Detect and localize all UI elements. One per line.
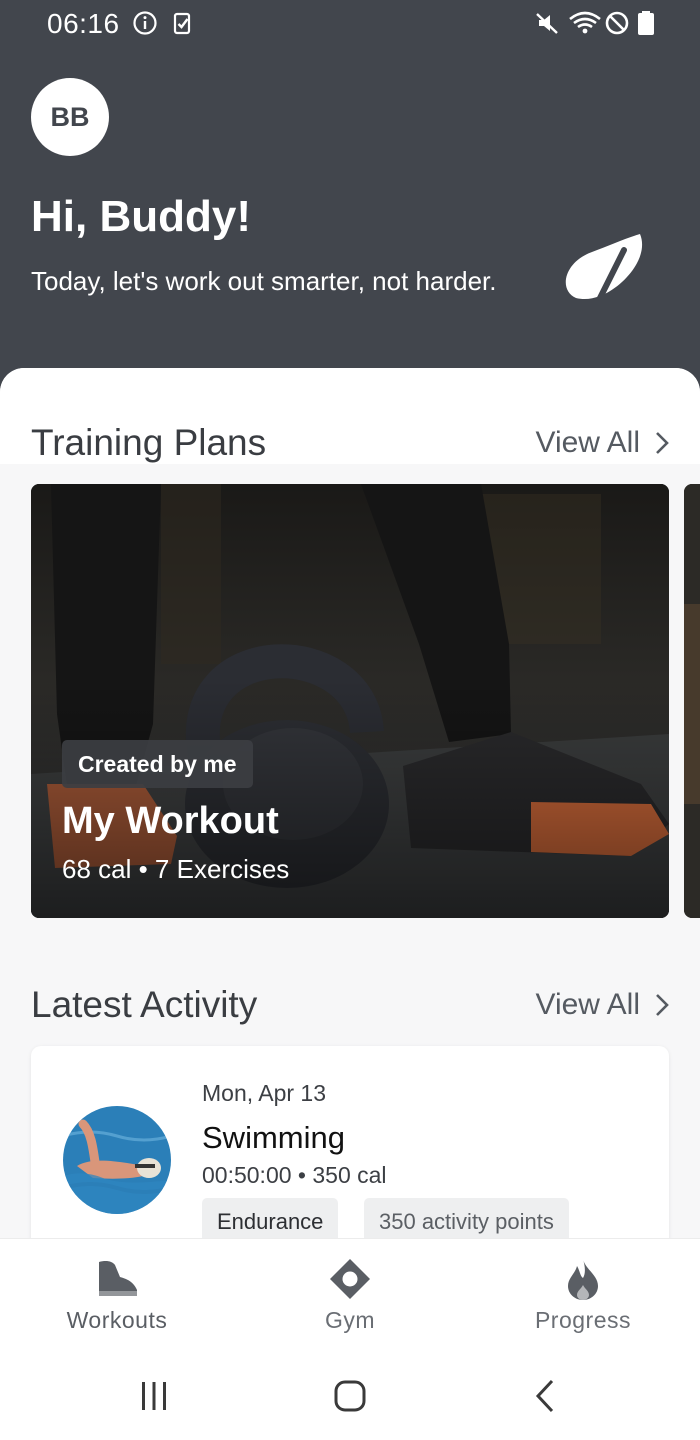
main-content: Training Plans View All Created by me My… — [0, 368, 700, 1238]
training-plan-card-next[interactable] — [684, 484, 700, 918]
plan-badge: Created by me — [62, 740, 253, 788]
activity-meta: 00:50:00 • 350 cal — [202, 1162, 387, 1188]
plan-title: My Workout — [62, 800, 279, 842]
latest-activity-title: Latest Activity — [31, 984, 258, 1025]
nav-progress-label: Progress — [534, 1307, 632, 1333]
chevron-right-icon — [656, 432, 669, 454]
greeting-subtitle: Today, let's work out smarter, not harde… — [31, 266, 497, 296]
training-plans-view-all-button[interactable]: View All — [535, 426, 670, 460]
avatar[interactable]: BB — [31, 78, 109, 156]
greeting-title: Hi, Buddy! — [31, 192, 251, 241]
training-plan-card[interactable]: Created by me My Workout 68 cal • 7 Exer… — [31, 484, 669, 918]
activity-title: Swimming — [202, 1120, 345, 1155]
info-icon — [133, 11, 157, 35]
shoe-icon — [99, 1261, 137, 1296]
activity-card[interactable]: Mon, Apr 13 Swimming 00:50:00 • 350 cal … — [31, 1046, 669, 1238]
nav-gym[interactable]: Gym — [270, 1257, 430, 1334]
training-plans-title: Training Plans — [31, 422, 267, 463]
activity-tag-endurance: Endurance — [202, 1198, 339, 1238]
next-plan-photo — [684, 484, 700, 918]
status-time: 06:16 — [47, 8, 120, 39]
chevron-right-icon — [656, 994, 669, 1016]
brand-leaf-logo — [565, 234, 643, 301]
bottom-navigation: Workouts Gym Progress — [0, 1238, 700, 1350]
system-navigation-bar — [0, 1350, 700, 1440]
status-bar: 06:16 — [0, 0, 700, 48]
recents-icon[interactable] — [134, 1376, 174, 1416]
location-pin-icon — [330, 1259, 370, 1299]
view-all-label: View All — [535, 426, 640, 459]
plan-meta: 68 cal • 7 Exercises — [62, 854, 290, 884]
home-icon[interactable] — [330, 1376, 370, 1416]
nav-workouts[interactable]: Workouts — [37, 1257, 197, 1334]
wifi-icon — [569, 11, 601, 34]
nav-workouts-label: Workouts — [66, 1307, 168, 1333]
swimmer-photo — [63, 1106, 171, 1214]
flame-icon — [568, 1259, 598, 1300]
back-icon[interactable] — [526, 1376, 566, 1416]
header: 06:16 BB Hi, Buddy! Today, let's work ou… — [0, 0, 700, 400]
mute-icon — [536, 13, 558, 34]
view-all-label: View All — [535, 988, 640, 1021]
activity-date: Mon, Apr 13 — [202, 1080, 327, 1106]
clipboard-check-icon — [173, 12, 191, 35]
battery-icon — [638, 11, 654, 35]
activity-tag-points: 350 activity points — [364, 1198, 569, 1238]
kettlebell-workout-photo — [31, 484, 669, 918]
latest-activity-view-all-button[interactable]: View All — [535, 988, 670, 1022]
do-not-disturb-icon — [605, 11, 629, 35]
nav-progress[interactable]: Progress — [503, 1257, 663, 1334]
nav-gym-label: Gym — [324, 1307, 376, 1333]
